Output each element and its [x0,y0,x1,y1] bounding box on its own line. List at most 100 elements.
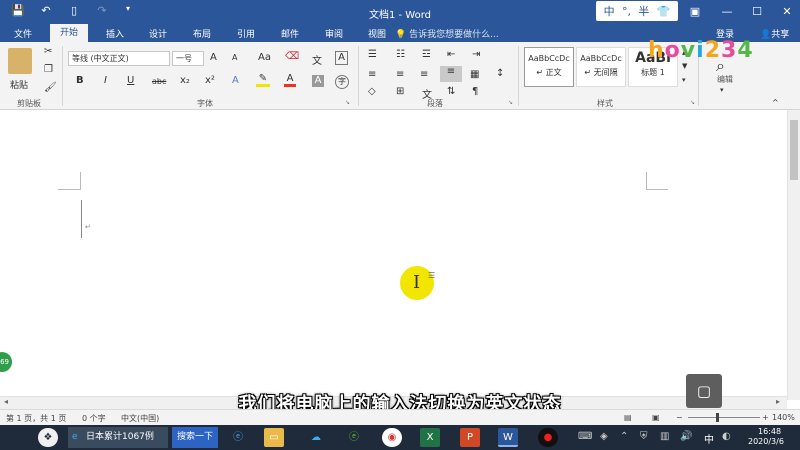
ime-width[interactable]: 半 [638,3,649,19]
highlight-icon[interactable]: ✎ [256,73,270,87]
baidu-netdisk-icon[interactable]: ☁ [306,428,326,447]
text-effects-icon[interactable]: A [232,75,239,86]
zoom-slider[interactable] [688,417,760,418]
underline-button[interactable]: U [127,75,134,86]
tab-design[interactable]: 设计 [149,27,167,40]
tab-review[interactable]: 审阅 [325,27,343,40]
language-indicator[interactable]: 中文(中国) [121,413,159,424]
style-no-spacing[interactable]: AaBbCcDc ↵ 无间隔 [576,47,626,87]
align-center-icon[interactable]: ≡ [396,69,404,80]
paragraph-dialog-launcher-icon[interactable]: ↘ [508,99,513,106]
bullets-icon[interactable]: ☰ [368,49,377,60]
print-layout-icon[interactable]: ▣ [652,413,660,422]
vertical-scrollbar[interactable] [787,110,800,400]
usb-drive-icon[interactable]: ▢ [686,374,722,408]
volume-icon[interactable]: 🔊 [680,431,692,442]
document-canvas[interactable]: ↵ [0,110,800,410]
font-dialog-launcher-icon[interactable]: ↘ [345,99,350,106]
enclose-char-icon[interactable]: 字 [335,75,349,89]
shading-icon[interactable]: ◇ [368,86,376,97]
undo-icon[interactable]: ↶ [38,4,54,17]
bold-button[interactable]: B [76,75,84,86]
font-color-button[interactable]: A [284,73,296,87]
tab-file[interactable]: 文件 [14,27,32,40]
browser-360-icon[interactable]: ⓔ [344,428,364,447]
word-count[interactable]: 0 个字 [82,413,106,424]
close-icon[interactable]: ✕ [772,0,800,24]
read-mode-icon[interactable]: ▤ [624,413,632,422]
grow-font-button[interactable]: A [210,52,217,63]
change-case-button[interactable]: Aa [258,52,271,63]
word-taskbar-icon[interactable]: W [498,428,518,447]
maximize-icon[interactable]: ☐ [742,0,772,24]
italic-button[interactable]: I [104,75,107,86]
increase-indent-icon[interactable]: ⇥ [472,49,480,60]
taskbar-ime-indicator[interactable]: 中 [704,431,714,446]
format-painter-icon[interactable]: 🖌 [44,82,57,93]
tab-layout[interactable]: 布局 [193,27,211,40]
sort-icon[interactable]: ⇅ [447,86,455,97]
align-right-icon[interactable]: ≡ [420,69,428,80]
copy-icon[interactable]: ❐ [44,64,53,75]
subscript-button[interactable]: x₂ [180,75,190,86]
zoom-out-icon[interactable]: − [676,413,683,422]
styles-dialog-launcher-icon[interactable]: ↘ [690,99,695,106]
share-button[interactable]: 👤共享 [760,27,789,40]
tray-app-icon[interactable]: ◈ [600,431,608,442]
font-size-select[interactable]: 一号 [172,51,204,66]
scrollbar-thumb[interactable] [790,120,798,180]
cut-icon[interactable]: ✂ [44,46,52,57]
ime-punct[interactable]: °, [622,5,631,18]
network-icon[interactable]: ▥ [660,431,669,442]
keyboard-icon[interactable]: ⌨ [578,431,592,442]
line-spacing-icon[interactable]: ↕ [496,68,504,79]
collapse-ribbon-icon[interactable]: ^ [772,98,779,107]
style-normal[interactable]: AaBbCcDc ↵ 正文 [524,47,574,87]
superscript-button[interactable]: x² [205,75,215,86]
char-border-button[interactable]: A [335,51,348,65]
tab-mailings[interactable]: 邮件 [281,27,299,40]
decrease-indent-icon[interactable]: ⇤ [447,49,455,60]
editing-expand-icon[interactable]: ▾ [720,86,724,94]
paste-icon[interactable] [8,48,32,74]
tab-view[interactable]: 视图 [368,27,386,40]
tray-arrow-icon[interactable]: ⌃ [620,431,628,442]
zoom-in-icon[interactable]: + [762,413,769,422]
start-button-icon[interactable]: ❖ [38,428,58,447]
page-count[interactable]: 第 1 页，共 1 页 [6,413,66,424]
zoom-level[interactable]: 140% [772,413,795,422]
customize-toolbar-icon[interactable]: ▾ [120,4,136,13]
clear-format-icon[interactable]: ⌫ [285,51,299,62]
taskbar-ie-window[interactable]: e 日本累计1067例 [68,427,168,448]
taskbar-time[interactable]: 16:48 [758,427,781,436]
distributed-icon[interactable]: ▦ [470,69,479,80]
file-explorer-icon[interactable]: ▭ [264,428,284,447]
tab-home[interactable]: 开始 [50,24,88,42]
char-shading-icon[interactable]: A [312,75,324,87]
screen-recorder-icon[interactable]: ● [538,428,558,447]
taskbar-search-button[interactable]: 搜索一下 [172,427,218,448]
powerpoint-icon[interactable]: P [460,428,480,447]
strikethrough-button[interactable]: abc [152,77,166,86]
show-marks-icon[interactable]: ¶ [472,86,478,97]
ribbon-options-icon[interactable]: ▣ [680,0,710,24]
minimize-icon[interactable]: — [712,0,742,24]
justify-button[interactable]: ≡ [440,66,462,82]
save-icon[interactable]: 💾 [10,4,26,17]
align-left-icon[interactable]: ≡ [368,69,376,80]
shirt-icon[interactable]: 👕 [657,5,671,18]
chrome-icon[interactable]: ◉ [382,428,402,447]
redo-icon[interactable]: ↷ [94,4,110,17]
zoom-slider-thumb[interactable] [716,413,719,422]
multilevel-list-icon[interactable]: ☲ [422,49,431,60]
numbering-icon[interactable]: ☷ [396,49,405,60]
borders-icon[interactable]: ⊞ [396,86,404,97]
ie-browser-icon[interactable]: ⓔ [228,428,248,447]
tab-insert[interactable]: 插入 [106,27,124,40]
paste-label[interactable]: 粘贴 [10,78,28,91]
shrink-font-button[interactable]: A [232,53,237,62]
styles-scroll-down-icon[interactable]: ▼ [682,62,687,70]
tell-me-box[interactable]: 💡 告诉我您想要做什么... [395,27,499,40]
tray-user-icon[interactable]: ◐ [722,431,731,442]
tab-references[interactable]: 引用 [237,27,255,40]
